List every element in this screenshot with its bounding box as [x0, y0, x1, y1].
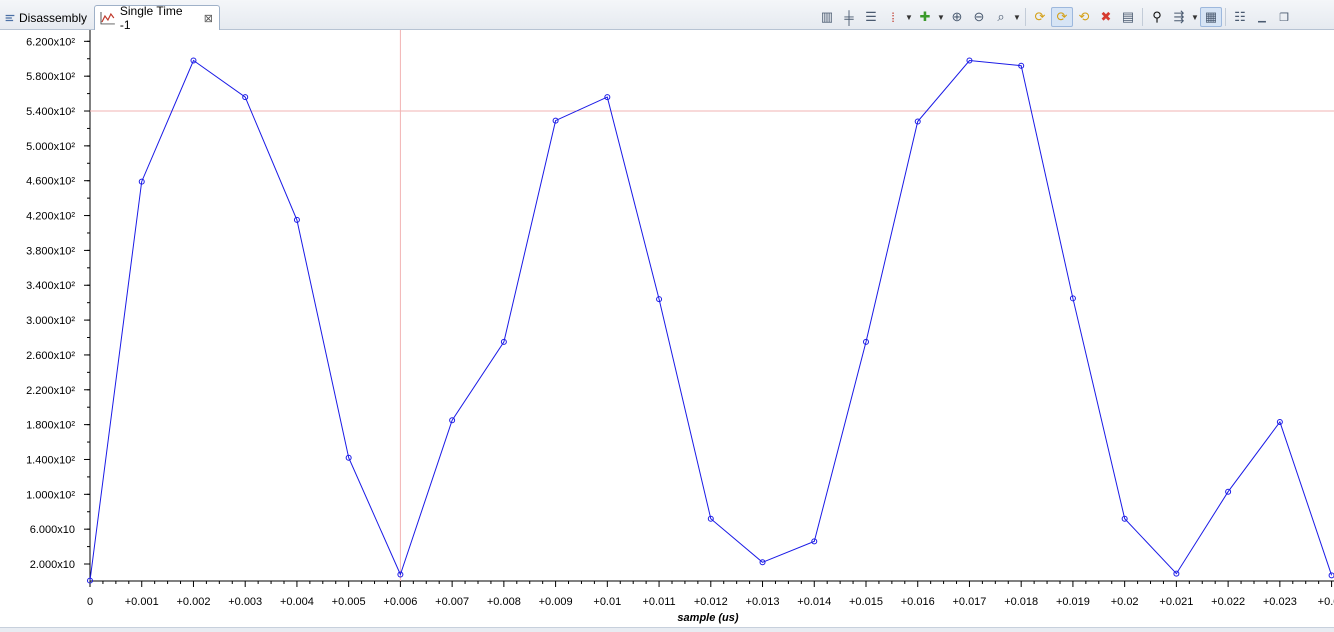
x-tick-label: +0.003	[228, 596, 262, 608]
sync-icon[interactable]: ⟲	[1073, 7, 1095, 27]
chevron-down-icon[interactable]: ▼	[1190, 13, 1200, 22]
y-tick-label: 1.800x10²	[26, 420, 75, 432]
graph-icon	[100, 12, 115, 25]
y-tick-label: 4.200x10²	[26, 211, 75, 223]
add-measurement-icon[interactable]: ✚	[914, 7, 936, 27]
align-center-icon[interactable]: ╪	[838, 7, 860, 27]
remove-icon[interactable]: ✖	[1095, 7, 1117, 27]
series-line	[87, 57, 1334, 584]
y-axis: 2.000x10 6.000x10 1.000x10² 1.400x10² 1.800x…	[26, 30, 91, 581]
x-tick-label: +0.001	[125, 596, 159, 608]
view-toolbar: ▥ ╪ ☰ ⁞ ▼ ✚ ▼ ⊕ ⊖ ⌕ ▼ ⟳ ⟳ ⟲ ✖ ▤ ⚲ ⇶ ▼ ▦ …	[816, 6, 1295, 28]
x-axis-label: sample (us)	[677, 612, 738, 624]
columns-icon[interactable]: ▥	[816, 7, 838, 27]
chevron-down-icon[interactable]: ▼	[904, 13, 914, 22]
x-axis: 0 +0.001 +0.002 +0.003 +0.004 +0.005 +0.006 +0.…	[87, 580, 1334, 608]
marker-icon[interactable]: ⁞	[882, 7, 904, 27]
zoom-out-icon[interactable]: ⊖	[968, 7, 990, 27]
x-tick-label: +0.002	[176, 596, 210, 608]
tab-label: Single Time -1	[119, 4, 183, 32]
x-tick-label: +0.023	[1263, 596, 1297, 608]
x-tick-label: +0.01	[593, 596, 621, 608]
y-tick-label: 2.600x10²	[26, 350, 75, 362]
x-tick-label: +0.021	[1159, 596, 1193, 608]
y-tick-label: 3.800x10²	[26, 245, 75, 257]
x-tick-label: +0.015	[849, 596, 883, 608]
toolbar-separator	[1225, 8, 1226, 26]
align-left-icon[interactable]: ☰	[860, 7, 882, 27]
x-tick-label: +0.009	[539, 596, 573, 608]
x-tick-label: +0.02	[1318, 596, 1334, 608]
time-plot[interactable]: 2.000x10 6.000x10 1.000x10² 1.400x10² 1.800x…	[0, 30, 1334, 627]
y-tick-label: 1.000x10²	[26, 489, 75, 501]
display-toggle-icon[interactable]: ▦	[1200, 7, 1222, 27]
y-tick-label: 6.000x10	[30, 524, 75, 536]
crosshair-cursor[interactable]	[90, 30, 1334, 581]
x-tick-label: +0.011	[642, 596, 675, 608]
x-tick-label: +0.005	[332, 596, 366, 608]
x-tick-label: +0.013	[746, 596, 780, 608]
toolbar-separator	[1142, 8, 1143, 26]
x-tick-label: +0.018	[1004, 596, 1038, 608]
continuous-refresh-icon[interactable]: ⟳	[1051, 7, 1073, 27]
series-line-path	[89, 59, 1333, 581]
maximize-icon[interactable]: ❐	[1273, 7, 1295, 27]
minimize-icon[interactable]: ▁	[1251, 7, 1273, 27]
x-tick-label: +0.007	[435, 596, 469, 608]
y-tick-label: 5.800x10²	[26, 71, 75, 83]
close-icon[interactable]: ⊠	[204, 12, 213, 25]
refresh-icon[interactable]: ⟳	[1029, 7, 1051, 27]
y-tick-label: 5.000x10²	[26, 141, 75, 153]
editor-tab-bar: Disassembly Single Time -1 ⊠ ▥ ╪ ☰ ⁞ ▼ ✚…	[0, 0, 1334, 32]
tab-label: Disassembly	[18, 10, 87, 25]
tab-disassembly[interactable]: Disassembly	[0, 5, 93, 30]
y-tick-label: 3.000x10²	[26, 315, 75, 327]
x-tick-label: +0.004	[280, 596, 314, 608]
y-tick-label: 6.200x10²	[26, 36, 75, 48]
y-tick-label: 3.400x10²	[26, 280, 75, 292]
y-tick-label: 2.200x10²	[26, 385, 75, 397]
x-tick-label: +0.022	[1211, 596, 1245, 608]
x-tick-label: +0.008	[487, 596, 521, 608]
x-tick-label: +0.017	[952, 596, 986, 608]
x-tick-label: +0.02	[1111, 596, 1139, 608]
x-tick-label: +0.006	[383, 596, 417, 608]
x-tick-label: 0	[87, 596, 93, 608]
settings-icon[interactable]: ⇶	[1168, 7, 1190, 27]
properties-icon[interactable]: ▤	[1117, 7, 1139, 27]
zoom-in-icon[interactable]: ⊕	[946, 7, 968, 27]
zoom-fit-icon[interactable]: ⌕	[990, 7, 1012, 27]
x-tick-label: +0.016	[901, 596, 935, 608]
y-tick-label: 2.000x10	[30, 559, 75, 571]
y-tick-label: 4.600x10²	[26, 176, 75, 188]
find-icon[interactable]: ⚲	[1146, 7, 1168, 27]
x-tick-label: +0.014	[797, 596, 831, 608]
y-tick-label: 5.400x10²	[26, 106, 75, 118]
view-menu-icon[interactable]: ☷	[1229, 7, 1251, 27]
x-tick-label: +0.019	[1056, 596, 1090, 608]
toolbar-separator	[1025, 8, 1026, 26]
chevron-down-icon[interactable]: ▼	[936, 13, 946, 22]
x-tick-label: +0.012	[694, 596, 728, 608]
status-strip	[0, 627, 1334, 632]
chevron-down-icon[interactable]: ▼	[1012, 13, 1022, 22]
disassembly-icon	[5, 14, 15, 21]
tab-single-time[interactable]: Single Time -1 ⊠	[94, 4, 220, 32]
y-tick-label: 1.400x10²	[26, 454, 75, 466]
